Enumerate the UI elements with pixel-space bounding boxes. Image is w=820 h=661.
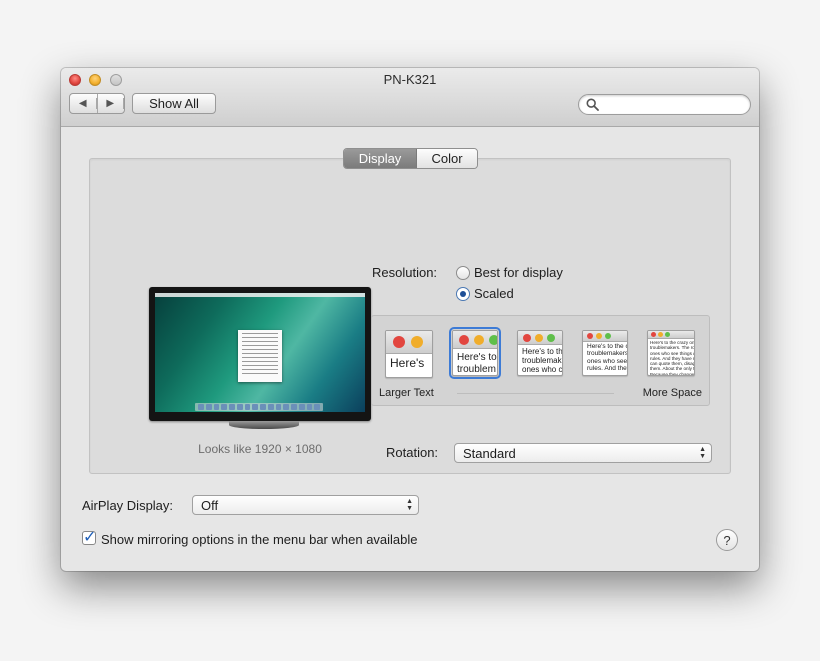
display-group-box: Looks like 1920 × 1080 Resolution: Best … [89,158,731,474]
scale-option-2[interactable]: Here's to troublem [449,327,501,379]
monitor-stand [229,421,299,429]
updown-arrows-icon: ▲ ▼ [406,498,413,512]
tab-bar: Display Color [343,148,478,169]
more-space-label: More Space [642,387,702,399]
forward-button[interactable]: ▶ [98,94,124,113]
desktop-preview [155,293,365,412]
chevron-right-icon: ▶ [98,98,124,109]
scaled-label: Scaled [474,286,514,301]
airplay-value: Off [201,497,219,513]
back-button[interactable]: ◀ [70,94,98,113]
window-title: PN-K321 [383,72,437,87]
larger-text-label: Larger Text [379,387,434,399]
scale-options: Here's Here's to troublem Here's to th t… [371,315,710,406]
monitor-preview [149,287,371,421]
updown-arrows-icon: ▲ ▼ [699,446,706,460]
rotation-value: Standard [463,445,516,461]
search-field[interactable] [578,94,751,115]
best-for-display-radio[interactable] [456,266,470,280]
search-input[interactable] [603,97,747,114]
scale-option-1[interactable]: Here's [385,330,433,378]
resolution-label: Resolution: [372,265,438,280]
looks-like-label: Looks like 1920 × 1080 [198,442,322,456]
airplay-label: AirPlay Display: [82,498,174,513]
mirroring-label: Show mirroring options in the menu bar w… [101,532,418,547]
search-icon [586,98,599,111]
best-for-display-label: Best for display [474,265,563,280]
scale-option-4[interactable]: Here's to the c troublemakers. ones who … [582,330,628,376]
scale-option-5-text: Here's to the crazy one troublemakers. T… [650,340,695,376]
airplay-popup[interactable]: Off ▲ ▼ [192,495,419,515]
tab-display[interactable]: Display [344,149,417,168]
checkmark-icon: ✓ [83,529,97,546]
menu-bar-preview [155,293,365,297]
chevron-left-icon: ◀ [70,98,97,109]
scale-option-5[interactable]: Here's to the crazy one troublemakers. T… [647,330,695,376]
title-bar: PN-K321 ◀ ▶ Show All [61,68,759,127]
help-button[interactable]: ? [716,529,738,551]
tab-color[interactable]: Color [417,149,477,168]
back-forward-control: ◀ ▶ [69,93,125,114]
scale-option-1-text: Here's [390,356,425,370]
scale-option-3[interactable]: Here's to th troublemak ones who c [517,330,563,376]
show-all-button[interactable]: Show All [132,93,216,114]
rotation-label: Rotation: [386,445,439,460]
scaled-radio[interactable] [456,287,470,301]
scale-divider [457,393,614,394]
dock-preview [195,403,323,411]
preferences-window: PN-K321 ◀ ▶ Show All Looks like 1920 × 1… [61,68,759,571]
mirroring-checkbox[interactable]: ✓ [82,529,96,546]
scale-option-2-text: Here's to troublem [457,352,497,375]
document-window-preview [238,330,282,382]
rotation-popup[interactable]: Standard ▲ ▼ [454,443,712,463]
scale-option-4-text: Here's to the c troublemakers. ones who … [587,343,628,373]
scale-option-3-text: Here's to th troublemak ones who c [522,347,563,375]
